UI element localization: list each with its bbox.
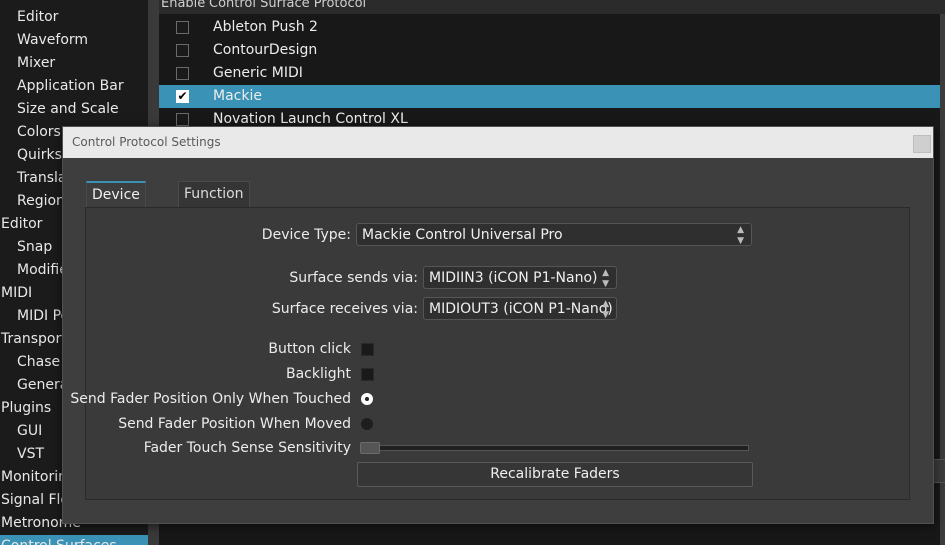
protocol-name: Mackie [213, 88, 262, 104]
device-type-select[interactable]: Mackie Control Universal Pro ▲ ▼ [356, 223, 752, 246]
recalibrate-faders-button[interactable]: Recalibrate Faders [357, 462, 753, 487]
updown-chevron-icon: ▲ ▼ [737, 225, 744, 246]
sidebar-item[interactable]: Control Surfaces [0, 535, 148, 545]
device-type-label: Device Type: [261, 227, 351, 243]
device-type-value: Mackie Control Universal Pro [362, 227, 563, 243]
button-click-checkbox[interactable] [361, 343, 374, 356]
table-header: Enable Control Surface Protocol [159, 0, 945, 14]
sidebar-item[interactable]: MIDI [1, 282, 32, 305]
device-setup-panel: Device Type: Mackie Control Universal Pr… [70, 207, 910, 500]
backlight-checkbox[interactable] [361, 368, 374, 381]
surface-sends-value: MIDIIN3 (iCON P1-Nano) [429, 270, 598, 286]
fader-moved-label: Send Fader Position When Moved [118, 416, 351, 432]
fader-touched-label: Send Fader Position Only When Touched [70, 391, 351, 407]
enable-checkbox[interactable] [176, 113, 189, 126]
surface-sends-label: Surface sends via: [289, 270, 418, 286]
protocol-name: ContourDesign [213, 42, 318, 58]
sidebar-item[interactable]: Colors [17, 121, 61, 144]
enable-checkbox[interactable] [176, 67, 189, 80]
sidebar-item[interactable]: Waveform [17, 29, 88, 52]
protocol-name: Ableton Push 2 [213, 19, 318, 35]
tab-device-setup[interactable]: Device Setup [86, 181, 146, 228]
updown-chevron-icon: ▲ ▼ [602, 299, 609, 320]
updown-chevron-icon: ▲ ▼ [602, 268, 609, 289]
sensitivity-slider-handle[interactable] [360, 442, 380, 454]
table-row[interactable]: ✔ Mackie [159, 85, 940, 108]
backlight-label: Backlight [285, 366, 351, 382]
sidebar-item[interactable]: Chase [17, 351, 60, 374]
sidebar-item[interactable]: Application Bar [17, 75, 124, 98]
tab-function-keys[interactable]: Function Keys [178, 181, 250, 227]
sidebar-item[interactable]: Quirks [17, 144, 62, 167]
control-protocol-settings-dialog: Control Protocol Settings Device Setup F… [62, 126, 934, 524]
sidebar-item[interactable]: Snap [17, 236, 52, 259]
surface-receives-value: MIDIOUT3 (iCON P1-Nano) [429, 301, 613, 317]
table-row[interactable]: Ableton Push 2 [159, 16, 940, 39]
sidebar-item[interactable]: Editor [1, 213, 42, 236]
enable-checkbox[interactable] [176, 44, 189, 57]
fader-touched-radio[interactable] [361, 393, 373, 405]
surface-receives-label: Surface receives via: [271, 301, 418, 317]
close-icon[interactable] [913, 135, 931, 153]
header-protocol: Control Surface Protocol [209, 0, 367, 11]
dialog-title: Control Protocol Settings [72, 135, 221, 149]
sidebar-item[interactable]: Plugins [1, 397, 51, 420]
sidebar-item[interactable]: Size and Scale [17, 98, 119, 121]
enable-checkbox[interactable] [176, 21, 189, 34]
sidebar-item[interactable]: Mixer [17, 52, 55, 75]
table-row[interactable]: ContourDesign [159, 39, 940, 62]
protocol-name: Generic MIDI [213, 65, 303, 81]
sensitivity-label: Fader Touch Sense Sensitivity [143, 440, 351, 456]
enable-checkbox[interactable]: ✔ [176, 90, 189, 103]
sidebar-item[interactable]: Transport [1, 328, 67, 351]
sensitivity-slider-track[interactable] [360, 445, 749, 451]
button-click-label: Button click [268, 341, 351, 357]
sidebar-item[interactable]: Editor [17, 6, 58, 29]
sidebar-item[interactable]: GUI [17, 420, 42, 443]
surface-sends-select[interactable]: MIDIIN3 (iCON P1-Nano) ▲ ▼ [423, 266, 617, 289]
table-row[interactable]: Generic MIDI [159, 62, 940, 85]
dialog-title-bar[interactable]: Control Protocol Settings [63, 127, 933, 158]
header-enable: Enable [161, 0, 206, 11]
sidebar-item[interactable]: VST [17, 443, 44, 466]
surface-receives-select[interactable]: MIDIOUT3 (iCON P1-Nano) ▲ ▼ [423, 297, 617, 320]
fader-moved-radio[interactable] [361, 418, 373, 430]
